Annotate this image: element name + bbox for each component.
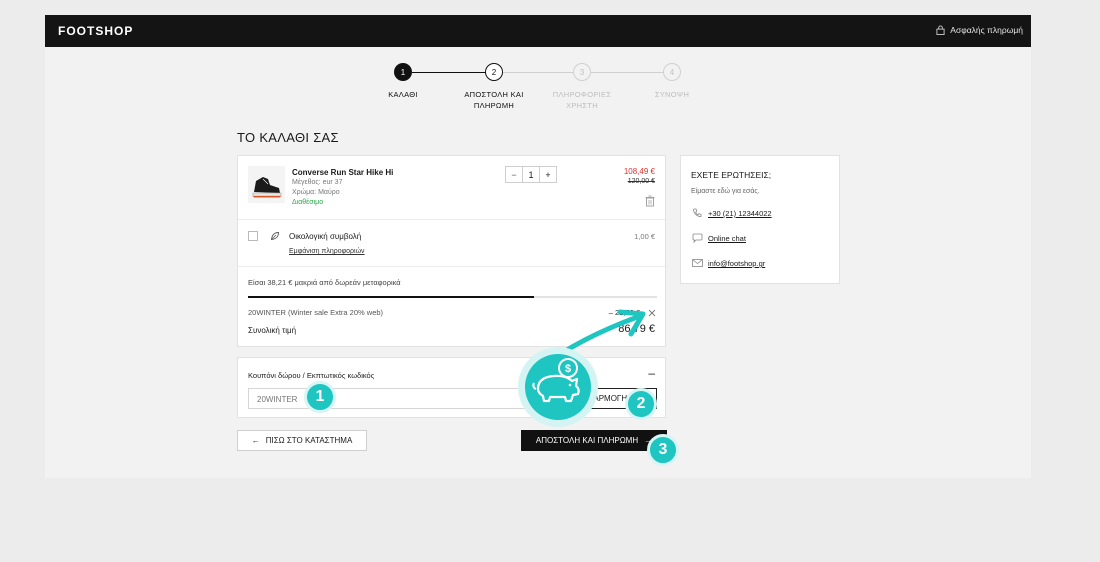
show-info-link[interactable]: Εμφάνιση πληροφοριών <box>289 248 365 255</box>
product-availability: Διαθέσιμο <box>292 199 324 206</box>
eco-contribution-checkbox[interactable] <box>248 231 258 241</box>
product-name[interactable]: Converse Run Star Hike Hi <box>292 168 393 177</box>
sneaker-image <box>252 177 282 198</box>
coupon-code-input[interactable]: 20WINTER <box>248 388 546 409</box>
step-2-label: ΑΠΟΣΤΟΛΗ ΚΑΙ ΠΛΗΡΩΜΗ <box>464 90 524 110</box>
step-1-label: ΚΑΛΑΘΙ <box>388 90 418 99</box>
free-shipping-text: Είσαι 38,21 € μακριά από δωρεάν μεταφορι… <box>248 278 401 287</box>
step-1-circle[interactable]: 1 <box>394 63 412 81</box>
divider <box>238 219 665 220</box>
piggy-bank-callout: $ <box>516 345 600 429</box>
callout-badge-3: 3 <box>647 434 679 466</box>
step-3-label: ΠΛΗΡΟΦΟΡΙΕΣ ΧΡΗΣΤΗ <box>552 90 612 110</box>
leaf-icon <box>270 232 279 241</box>
decrease-quantity-button[interactable]: − <box>506 167 522 182</box>
product-image[interactable] <box>248 166 285 203</box>
step-4-circle: 4 <box>663 63 681 81</box>
checkout-steps: 1 2 3 4 ΚΑΛΑΘΙ ΑΠΟΣΤΟΛΗ ΚΑΙ ΠΛΗΡΩΜΗ ΠΛΗΡ… <box>45 15 1031 125</box>
step-connector <box>502 72 573 73</box>
discount-code-label: 20WINTER (Winter sale Extra 20% web) <box>248 308 384 317</box>
product-size: Μέγεθος: eur 37 <box>292 179 343 186</box>
step-3-circle: 3 <box>573 63 591 81</box>
quantity-value[interactable]: 1 <box>522 167 540 182</box>
product-old-price: 120,00 € <box>627 178 655 185</box>
page-frame: FOOTSHOP Ασφαλής πληρωμή 1 2 3 4 ΚΑΛΑΘΙ … <box>45 15 1031 478</box>
quantity-stepper: − 1 + <box>505 166 557 183</box>
eco-contribution-price: 1,00 € <box>634 232 655 241</box>
free-shipping-progress <box>248 296 657 298</box>
callout-badge-1: 1 <box>304 381 336 413</box>
piggy-bank-icon: $ <box>518 347 598 427</box>
free-shipping-progress-fill <box>248 296 535 298</box>
step-connector <box>591 72 663 73</box>
product-color: Χρώμα: Μαύρο <box>292 189 340 196</box>
back-to-store-button[interactable]: ← ΠΙΣΩ ΣΤΟ ΚΑΤΑΣΤΗΜΑ <box>237 430 367 451</box>
step-connector <box>412 72 492 73</box>
total-label: Συνολική τιμή <box>248 326 297 335</box>
callout-badge-2: 2 <box>625 388 657 420</box>
divider <box>238 266 665 267</box>
continue-shipping-payment-button[interactable]: ΑΠΟΣΤΟΛΗ ΚΑΙ ΠΛΗΡΩΜΗ → <box>521 430 667 451</box>
email-link[interactable]: info@footshop.gr <box>708 259 765 268</box>
increase-quantity-button[interactable]: + <box>540 167 556 182</box>
online-chat-link[interactable]: Online chat <box>708 234 746 243</box>
phone-link[interactable]: +30 (21) 12344022 <box>708 209 772 218</box>
coupon-title[interactable]: Κουπόνι δώρου / Εκπτωτικός κωδικός <box>248 371 374 380</box>
page-title: ΤΟ ΚΑΛΑΘΙ ΣΑΣ <box>237 130 339 145</box>
help-title: ΕΧΕΤΕ ΕΡΩΤΗΣΕΙΣ; <box>691 170 772 180</box>
eco-contribution-label: Οικολογική συμβολή <box>289 232 362 241</box>
trash-icon[interactable] <box>645 195 655 207</box>
arrow-left-icon: ← <box>251 436 260 445</box>
phone-icon <box>693 208 702 217</box>
step-4-label: ΣΥΝΟΨΗ <box>654 90 690 99</box>
continue-label: ΑΠΟΣΤΟΛΗ ΚΑΙ ΠΛΗΡΩΜΗ <box>535 436 639 445</box>
mail-icon <box>692 259 703 267</box>
back-to-store-label: ΠΙΣΩ ΣΤΟ ΚΑΤΑΣΤΗΜΑ <box>265 436 353 445</box>
step-2-circle[interactable]: 2 <box>485 63 503 81</box>
help-card: ΕΧΕΤΕ ΕΡΩΤΗΣΕΙΣ; Είμαστε εδώ για εσάς. +… <box>680 155 840 284</box>
chat-icon <box>692 233 703 243</box>
help-subtitle: Είμαστε εδώ για εσάς. <box>691 188 760 195</box>
product-price: 108,49 € <box>623 167 655 176</box>
svg-text:$: $ <box>565 363 571 375</box>
